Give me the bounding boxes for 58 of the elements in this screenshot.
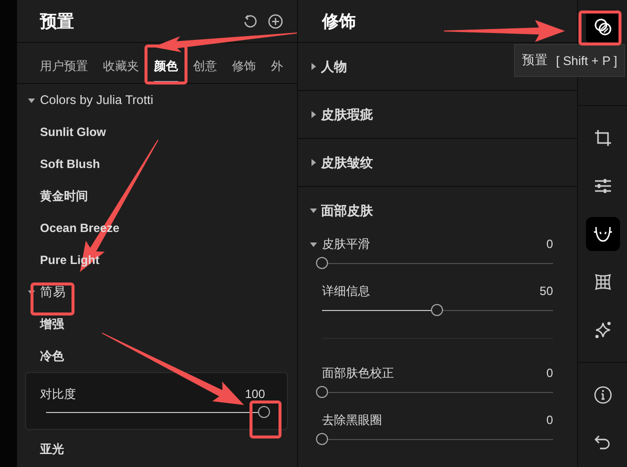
highlight-frame: [30, 282, 74, 316]
panel-title: 预置: [40, 10, 74, 32]
section-title[interactable]: 皮肤皱纹: [321, 154, 373, 172]
slider-label: 面部肤色校正: [322, 364, 395, 382]
sliders-icon: [594, 178, 612, 194]
tab[interactable]: 用户预置: [40, 55, 88, 83]
section-title[interactable]: 人物: [321, 58, 347, 76]
tab[interactable]: 创意: [193, 55, 217, 83]
crop-icon: [594, 129, 612, 147]
panel-title: 修饰: [322, 10, 356, 32]
preset-item[interactable]: 黄金时间: [40, 188, 88, 204]
highlight-frame: [144, 44, 188, 84]
slider-thumb[interactable]: [316, 433, 328, 445]
slider-label: 去除黑眼圈: [322, 412, 383, 428]
slider-thumb[interactable]: [316, 257, 328, 269]
slider-value: 0: [546, 366, 553, 380]
caret-icon[interactable]: [310, 111, 317, 118]
caret-icon[interactable]: [310, 240, 317, 248]
highlight-frame: [578, 10, 622, 46]
preset-item[interactable]: 增强: [40, 316, 64, 332]
tab[interactable]: 颜色: [154, 55, 178, 83]
amount-label: 对比度: [40, 386, 76, 402]
shortcut-text: [ Shift + P ]: [556, 54, 618, 68]
highlight-frame: [250, 400, 282, 438]
caret-icon[interactable]: [28, 96, 35, 104]
slider-thumb[interactable]: [258, 406, 270, 418]
group-title[interactable]: 简易: [40, 284, 66, 300]
info-icon: [594, 386, 612, 404]
undo-icon: [594, 434, 612, 452]
caret-icon[interactable]: [310, 159, 317, 166]
preset-item[interactable]: 冷色: [40, 348, 64, 364]
grid-icon: [594, 273, 612, 291]
group-title[interactable]: Colors by Julia Trotti: [40, 93, 154, 107]
add-icon[interactable]: [268, 14, 283, 28]
presets-icon: [592, 17, 612, 37]
tab[interactable]: 外: [271, 55, 283, 83]
tab[interactable]: 收藏夹: [103, 55, 139, 83]
preset-item[interactable]: 亚光: [40, 440, 64, 458]
tooltip-label: 预置: [522, 52, 548, 69]
face-icon: [592, 224, 612, 244]
slider-thumb[interactable]: [431, 304, 443, 316]
caret-icon[interactable]: [28, 288, 35, 296]
slider-value: 50: [540, 284, 553, 298]
slider-label: 详细信息: [322, 282, 371, 300]
section-title[interactable]: 皮肤瑕疵: [321, 106, 373, 124]
section-title[interactable]: 面部皮肤: [321, 202, 373, 220]
caret-icon[interactable]: [310, 63, 317, 70]
preset-item[interactable]: Soft Blush: [40, 157, 100, 171]
reset-icon[interactable]: [243, 14, 258, 28]
caret-icon[interactable]: [310, 207, 317, 214]
tab[interactable]: 修饰: [232, 55, 256, 83]
slider-value: 0: [546, 413, 553, 427]
slider-thumb[interactable]: [316, 386, 328, 398]
preset-item[interactable]: Sunlit Glow: [40, 125, 106, 139]
amount-value: 100: [244, 387, 265, 401]
slider-value: 0: [546, 237, 553, 251]
sparkle-icon: [594, 321, 612, 339]
slider-label: 皮肤平滑: [322, 236, 371, 252]
